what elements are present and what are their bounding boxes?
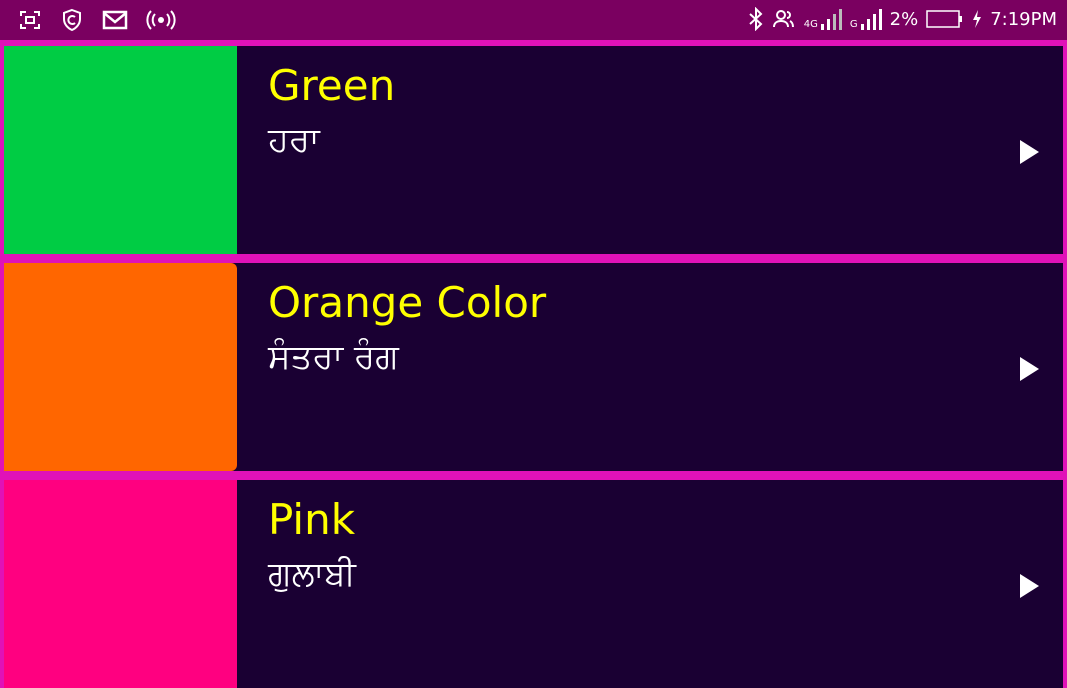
color-text-block: Orange Color ਸੰਤਰਾ ਰੰਗ [268,277,546,385]
gmail-icon [102,8,128,32]
color-swatch [4,263,237,471]
color-row-orange[interactable]: Orange Color ਸੰਤਰਾ ਰੰਗ [4,263,1063,471]
bluetooth-icon [748,7,764,31]
status-bar: 4G G 2% 7:19PM [0,0,1067,40]
signal-4g-icon: 4G [804,8,842,30]
signal-g-icon: G [850,8,882,30]
hotspot-icon [146,8,176,32]
punjabi-color-name: ਗੁਲਾਬੀ [268,554,356,594]
english-color-name: Pink [268,495,356,544]
play-arrow-icon[interactable] [1020,357,1039,381]
color-row-green[interactable]: Green ਹਰਾ [4,46,1063,254]
color-text-block: Green ਹਰਾ [268,60,395,168]
play-arrow-icon[interactable] [1020,140,1039,164]
shield-icon [60,8,84,32]
status-left-icons [18,8,176,32]
charging-icon [972,9,982,29]
screenshot-icon [18,8,42,32]
english-color-name: Green [268,61,396,110]
color-swatch [4,46,237,254]
network-g-label: G [849,19,858,30]
battery-percent: 2% [889,8,919,30]
play-arrow-icon[interactable] [1020,574,1039,598]
punjabi-color-name: ਹਰਾ [268,120,320,160]
color-list: Green ਹਰਾ Orange Color ਸੰਤਰਾ ਰੰਗ Pink ਗੁ… [0,40,1067,688]
clock: 7:19PM [990,8,1057,30]
punjabi-color-name: ਸੰਤਰਾ ਰੰਗ [268,337,399,377]
english-color-name: Orange Color [268,278,547,327]
status-right-icons: 4G G 2% 7:19PM [748,7,1057,31]
contacts-icon [772,7,796,31]
battery-icon [926,9,964,29]
color-text-block: Pink ਗੁਲਾਬੀ [268,494,356,602]
color-row-pink[interactable]: Pink ਗੁਲਾਬੀ [4,480,1063,688]
network-4g-label: 4G [803,19,818,30]
color-swatch [4,480,237,688]
